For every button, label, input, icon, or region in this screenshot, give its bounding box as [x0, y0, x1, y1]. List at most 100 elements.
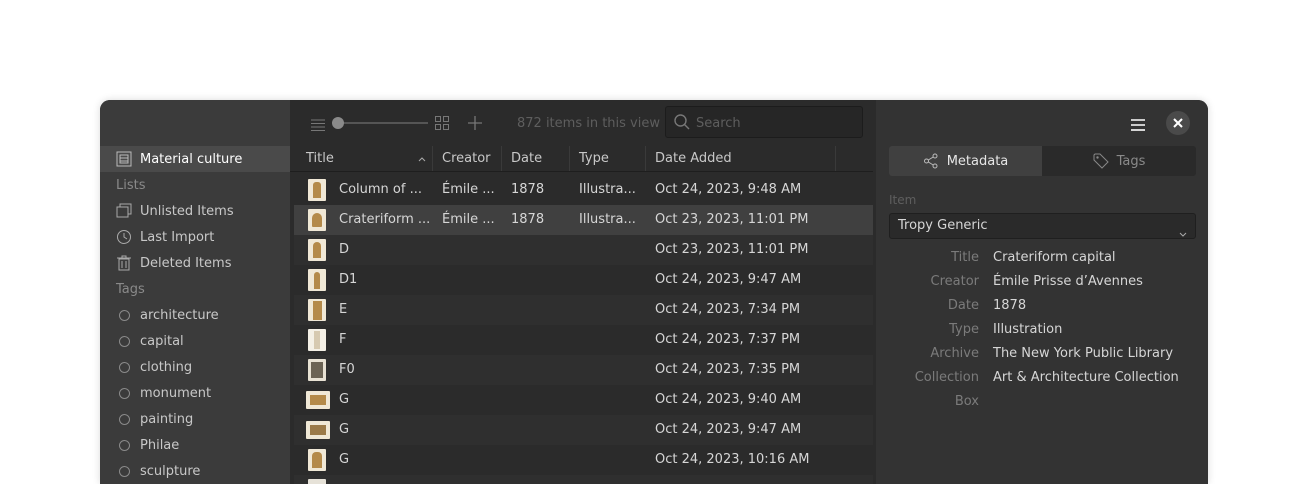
cell-date-added: Oct 24, 2023, 9:40 AM: [655, 392, 802, 407]
item-thumbnail: [308, 269, 326, 291]
field-value-creator[interactable]: Émile Prisse d’Avennes: [993, 274, 1143, 289]
cell-title: G: [339, 452, 350, 467]
lists-heading: Lists: [116, 178, 146, 193]
tag-item[interactable]: clothing: [100, 354, 290, 380]
item-thumbnail: [308, 239, 326, 261]
field-value-title[interactable]: Crateriform capital: [993, 250, 1116, 265]
table-row[interactable]: D1 Oct 24, 2023, 9:47 AM: [294, 265, 873, 295]
item-thumbnail: [308, 479, 326, 484]
zoom-slider-handle[interactable]: [332, 117, 344, 129]
field-value-collection[interactable]: Art & Architecture Collection: [993, 370, 1179, 385]
search-box[interactable]: [665, 106, 863, 138]
table-row[interactable]: G Oct 24, 2023, 10:16 AM: [294, 445, 873, 475]
cell-date-added: Oct 24, 2023, 9:47 AM: [655, 272, 802, 287]
template-select[interactable]: Tropy Generic: [889, 213, 1196, 239]
cell-title: F: [339, 332, 347, 347]
tab-metadata[interactable]: Metadata: [889, 146, 1042, 176]
tag-item[interactable]: Philae: [100, 432, 290, 458]
add-item-icon[interactable]: [468, 115, 482, 134]
toolbar: 872 items in this view: [290, 100, 873, 146]
item-thumbnail: [308, 359, 326, 381]
tab-tags[interactable]: Tags: [1042, 146, 1196, 176]
cell-date-added: Oct 23, 2023, 11:01 PM: [655, 242, 809, 257]
field-label-type: Type: [949, 322, 979, 337]
unlisted-items-icon: [116, 203, 132, 219]
column-header-date[interactable]: Date: [502, 146, 570, 171]
sidebar-item-label: Unlisted Items: [140, 203, 234, 219]
trash-icon: [116, 255, 132, 271]
cell-title: Crateriform ...: [339, 212, 431, 227]
tag-label: Philae: [140, 437, 180, 453]
column-header-creator[interactable]: Creator: [433, 146, 502, 171]
template-select-value: Tropy Generic: [898, 218, 988, 233]
tag-circle-icon: [116, 385, 132, 401]
sidebar-item-unlisted[interactable]: Unlisted Items: [100, 198, 290, 224]
cell-title: D1: [339, 272, 358, 287]
items-pane: 872 items in this view Title Creator Dat…: [290, 100, 873, 484]
cell-title: E: [339, 302, 348, 317]
field-label-date: Date: [947, 298, 979, 313]
table-row[interactable]: G Oct 24, 2023, 9:40 AM: [294, 385, 873, 415]
project-icon: [116, 151, 132, 167]
field-value-type[interactable]: Illustration: [993, 322, 1062, 337]
search-input[interactable]: [694, 113, 858, 133]
tag-label: painting: [140, 411, 194, 427]
field-label-archive: Archive: [930, 346, 979, 361]
cell-date-added: Oct 24, 2023, 9:48 AM: [655, 182, 802, 197]
tag-circle-icon: [116, 437, 132, 453]
tag-label: clothing: [140, 359, 193, 375]
tag-label: architecture: [140, 307, 219, 323]
table-row[interactable]: D Oct 23, 2023, 11:01 PM: [294, 235, 873, 265]
cell-title: G: [339, 392, 350, 407]
item-thumbnail: [308, 299, 326, 321]
field-label-collection: Collection: [914, 370, 979, 385]
sort-ascending-icon: [418, 146, 426, 171]
table-row[interactable]: Column of ... Émile ... 1878 Illustra...…: [294, 175, 873, 205]
table-row[interactable]: F Oct 24, 2023, 7:37 PM: [294, 325, 873, 355]
field-label-box: Box: [954, 394, 979, 409]
table-row[interactable]: G Oct 24, 2023, 9:47 AM: [294, 415, 873, 445]
cell-date-added: Oct 24, 2023, 7:37 PM: [655, 332, 801, 347]
column-header-type[interactable]: Type: [570, 146, 646, 171]
column-header-date-added[interactable]: Date Added: [646, 146, 836, 171]
tag-circle-icon: [116, 463, 132, 479]
cell-date-added: Oct 23, 2023, 11:01 PM: [655, 212, 809, 227]
list-view-icon[interactable]: [311, 116, 325, 135]
project-item[interactable]: Material culture: [100, 146, 290, 172]
tag-item[interactable]: architecture: [100, 302, 290, 328]
tag-item[interactable]: capital: [100, 328, 290, 354]
cell-date: 1878: [511, 212, 545, 227]
tag-circle-icon: [116, 307, 132, 323]
table-row[interactable]: E Oct 24, 2023, 7:34 PM: [294, 295, 873, 325]
table-row[interactable]: Crateriform ... Émile ... 1878 Illustra.…: [294, 205, 873, 235]
column-header-title[interactable]: Title: [296, 146, 433, 171]
item-count: 872 items in this view: [517, 116, 660, 131]
cell-title: Column of ...: [339, 182, 422, 197]
chevron-down-icon: [1179, 223, 1187, 242]
table-row[interactable]: F0 Oct 24, 2023, 7:35 PM: [294, 355, 873, 385]
sidebar: Material culture Lists Unlisted Items La…: [100, 100, 290, 484]
cell-date-added: Oct 24, 2023, 7:34 PM: [655, 302, 801, 317]
item-thumbnail: [306, 421, 330, 439]
close-icon: [1173, 118, 1183, 128]
item-thumbnail: [308, 209, 326, 231]
project-label: Material culture: [140, 151, 243, 167]
item-thumbnail: [308, 179, 326, 201]
tag-item[interactable]: sculpture: [100, 458, 290, 484]
cell-date-added: Oct 24, 2023, 10:16 AM: [655, 452, 810, 467]
field-value-date[interactable]: 1878: [993, 298, 1026, 313]
table-row[interactable]: [294, 475, 873, 484]
tag-item[interactable]: painting: [100, 406, 290, 432]
grid-view-icon[interactable]: [435, 115, 449, 134]
item-thumbnail: [308, 449, 326, 471]
sidebar-item-last-import[interactable]: Last Import: [100, 224, 290, 250]
cell-date-added: Oct 24, 2023, 9:47 AM: [655, 422, 802, 437]
tag-item[interactable]: monument: [100, 380, 290, 406]
tag-icon: [1093, 153, 1109, 169]
sidebar-item-deleted[interactable]: Deleted Items: [100, 250, 290, 276]
menu-icon[interactable]: [1131, 116, 1145, 135]
close-button[interactable]: [1166, 111, 1190, 135]
cell-type: Illustra...: [579, 182, 636, 197]
zoom-slider-track[interactable]: [338, 122, 428, 124]
field-value-archive[interactable]: The New York Public Library: [993, 346, 1173, 361]
